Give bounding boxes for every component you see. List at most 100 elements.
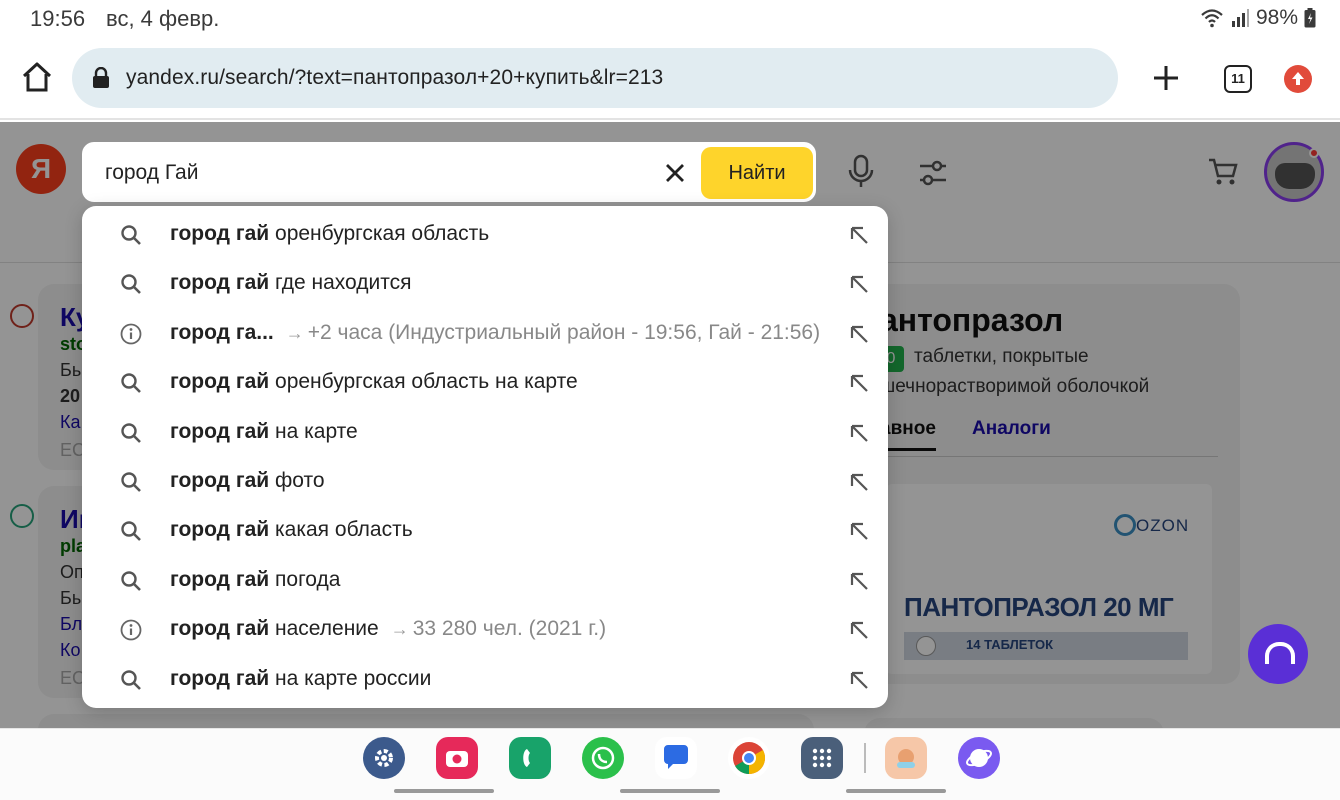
search-icon xyxy=(120,224,142,251)
suggestion-item[interactable]: город гай погода xyxy=(82,556,888,605)
search-icon xyxy=(120,273,142,300)
suggestion-text: город га... → +2 часа (Индустриальный райо… xyxy=(170,321,820,345)
suggestion-bold-text: город гай xyxy=(170,222,270,245)
status-date: вс, 4 февр. xyxy=(106,6,220,31)
battery-icon xyxy=(1304,8,1316,28)
search-icon xyxy=(120,570,142,597)
search-icon xyxy=(120,372,142,399)
battery-percent: 98% xyxy=(1255,6,1298,29)
wifi-icon xyxy=(1201,9,1223,28)
home-icon[interactable] xyxy=(20,60,54,94)
search-box[interactable]: город Гай Найти xyxy=(82,142,816,202)
nav-handle xyxy=(846,789,946,793)
suggestion-rest-text: население xyxy=(269,617,379,641)
search-results-page: Я Ку sto Бь 20 Ка ЕС Иг pla Оп Бь Бл Ко … xyxy=(0,122,1340,728)
suggestion-rest-text: фото xyxy=(269,469,325,492)
suggestion-bold-text: город гай xyxy=(170,567,270,591)
suggestion-item[interactable]: город гай где находится xyxy=(82,259,888,308)
settings-app-icon[interactable] xyxy=(363,737,405,779)
lock-icon xyxy=(93,67,109,88)
camera-app-icon[interactable] xyxy=(436,737,478,779)
fill-query-arrow-icon[interactable] xyxy=(848,273,870,300)
suggestion-rest-text: на карте россии xyxy=(269,666,432,690)
chrome-app-icon[interactable] xyxy=(728,737,770,779)
new-tab-icon[interactable] xyxy=(1148,60,1184,96)
suggestion-item[interactable]: город гай население → 33 280 чел. (2021 г.… xyxy=(82,605,888,654)
search-icon xyxy=(120,471,142,498)
suggestion-rest-text: погода xyxy=(269,567,341,591)
messages-app-icon[interactable] xyxy=(655,737,697,779)
alice-assistant-icon[interactable] xyxy=(1248,624,1308,684)
find-button[interactable]: Найти xyxy=(701,147,813,199)
samsung-internet-icon[interactable] xyxy=(958,737,1000,779)
whatsapp-app-icon[interactable] xyxy=(582,737,624,779)
suggestion-bold-text: город гай xyxy=(170,518,270,542)
suggestion-text: город гай погода xyxy=(170,568,340,592)
fill-query-arrow-icon[interactable] xyxy=(848,471,870,498)
dock-separator xyxy=(864,743,866,773)
phone-app-icon[interactable] xyxy=(509,737,551,779)
fill-query-arrow-icon[interactable] xyxy=(848,224,870,251)
suggestion-fact: +2 часа (Индустриальный район - 19:56, Г… xyxy=(307,320,821,344)
suggestion-item[interactable]: город гай фото xyxy=(82,457,888,506)
info-icon xyxy=(120,323,142,350)
suggestion-bold-text: город га... xyxy=(170,320,274,344)
suggestion-bold-text: город гай xyxy=(170,271,270,295)
nav-handle xyxy=(620,789,720,793)
suggestion-item[interactable]: город гай на карте россии xyxy=(82,655,888,704)
info-icon xyxy=(120,619,142,646)
suggestion-bold-text: город гай xyxy=(170,419,270,443)
taskbar xyxy=(0,728,1340,800)
browser-toolbar: yandex.ru/search/?text=пантопразол+20+ку… xyxy=(0,38,1340,120)
suggestion-rest-text: на карте xyxy=(269,419,358,443)
suggestions-dropdown: город гай оренбургская область город гай … xyxy=(82,206,888,708)
suggestion-text: город гай оренбургская область xyxy=(170,222,489,246)
nav-handle xyxy=(394,789,494,793)
fill-query-arrow-icon[interactable] xyxy=(848,619,870,646)
status-time: 19:56 xyxy=(30,6,86,31)
search-icon xyxy=(120,422,142,449)
suggestion-item[interactable]: город га... → +2 часа (Индустриальный райо… xyxy=(82,309,888,358)
fill-query-arrow-icon[interactable] xyxy=(848,372,870,399)
suggestion-text: город гай фото xyxy=(170,469,325,493)
apps-grid-icon[interactable] xyxy=(801,737,843,779)
signal-icon xyxy=(1231,9,1249,27)
status-bar: 19:56 вс, 4 февр. 98% xyxy=(0,0,1340,38)
fill-query-arrow-icon[interactable] xyxy=(848,520,870,547)
suggestion-text: город гай на карте xyxy=(170,420,358,444)
suggestion-rest-text: где находится xyxy=(269,271,412,295)
suggestion-bold-text: город гай xyxy=(170,469,270,492)
arrow-right-icon: → xyxy=(285,322,304,343)
fill-query-arrow-icon[interactable] xyxy=(848,669,870,696)
update-icon[interactable] xyxy=(1284,65,1312,93)
suggestion-rest-text: оренбургская область на карте xyxy=(269,370,578,394)
suggestion-rest-text: какая область xyxy=(269,518,413,542)
suggestion-text: город гай какая область xyxy=(170,518,413,542)
search-icon xyxy=(120,520,142,547)
fill-query-arrow-icon[interactable] xyxy=(848,422,870,449)
game-app-icon[interactable] xyxy=(885,737,927,779)
suggestion-text: город гай население → 33 280 чел. (2021 г.… xyxy=(170,617,606,641)
close-icon[interactable] xyxy=(663,161,687,185)
suggestion-bold-text: город гай xyxy=(170,617,270,641)
suggestion-bold-text: город гай xyxy=(170,666,270,690)
suggestion-text: город гай где находится xyxy=(170,271,412,295)
fill-query-arrow-icon[interactable] xyxy=(848,323,870,350)
fill-query-arrow-icon[interactable] xyxy=(848,570,870,597)
status-indicators: 98% xyxy=(1200,6,1316,30)
suggestion-text: город гай на карте россии xyxy=(170,667,431,691)
address-bar[interactable]: yandex.ru/search/?text=пантопразол+20+ку… xyxy=(72,48,1118,108)
arrow-right-icon: → xyxy=(390,619,409,640)
suggestion-item[interactable]: город гай какая область xyxy=(82,506,888,555)
tabs-count-button[interactable]: 11 xyxy=(1224,65,1252,93)
suggestion-item[interactable]: город гай на карте xyxy=(82,408,888,457)
search-input[interactable]: город Гай xyxy=(105,161,198,185)
suggestion-item[interactable]: город гай оренбургская область xyxy=(82,210,888,259)
suggestion-bold-text: город гай xyxy=(170,370,270,394)
suggestion-fact: 33 280 чел. (2021 г.) xyxy=(412,617,607,641)
suggestion-rest-text: оренбургская область xyxy=(269,222,490,245)
url-text[interactable]: yandex.ru/search/?text=пантопразол+20+ку… xyxy=(126,66,663,90)
suggestion-text: город гай оренбургская область на карте xyxy=(170,370,578,394)
search-icon xyxy=(120,669,142,696)
suggestion-item[interactable]: город гай оренбургская область на карте xyxy=(82,358,888,407)
